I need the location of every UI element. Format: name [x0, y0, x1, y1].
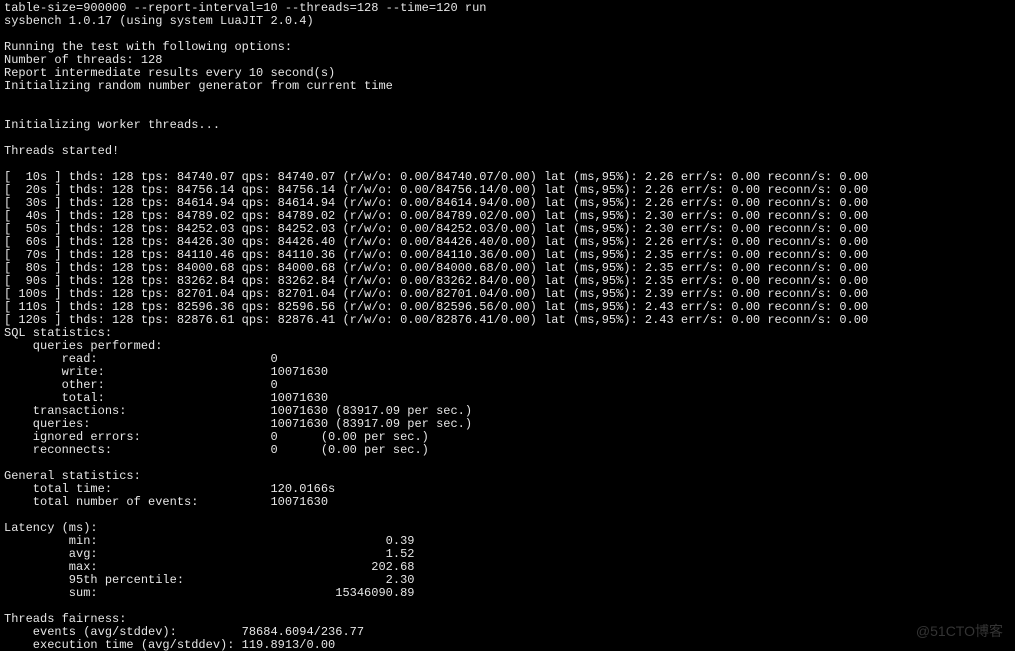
terminal-output: table-size=900000 --report-interval=10 -… — [0, 0, 1015, 651]
